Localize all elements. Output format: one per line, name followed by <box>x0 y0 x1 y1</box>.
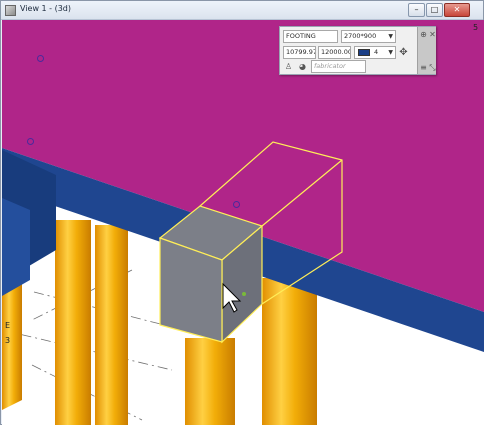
model-view-window: View 1 - (3d) – □ ✕ E 3 5 FOOTING 2700*9… <box>0 0 484 425</box>
beam-box-left-front[interactable] <box>2 198 30 296</box>
resize-icon[interactable]: ⤡ <box>428 63 437 72</box>
chevron-down-icon[interactable]: ▼ <box>388 47 393 58</box>
pin-toolbar-icon[interactable]: ⊕ <box>419 30 428 39</box>
profile-size-value: 2700*900 <box>344 32 377 40</box>
minimize-button[interactable]: – <box>408 3 425 17</box>
reference-marker[interactable] <box>27 138 34 145</box>
length-2-field[interactable]: 12000.00 <box>318 46 351 59</box>
toolbar-side-rail: ⊕ ✕ ≡ ⤡ <box>417 27 436 74</box>
color-select[interactable]: 4 ▼ <box>354 46 396 59</box>
column-3[interactable] <box>185 338 235 425</box>
chevron-down-icon[interactable]: ▼ <box>388 31 393 42</box>
contextual-toolbar: FOOTING 2700*900 ▼ 10799.97 12000.00 4 ▼… <box>279 26 436 75</box>
menu-icon[interactable]: ≡ <box>419 63 428 72</box>
length-1-field[interactable]: 10799.97 <box>283 46 316 59</box>
close-button[interactable]: ✕ <box>444 3 470 17</box>
close-icon[interactable]: ✕ <box>428 30 437 39</box>
color-count: 4 <box>374 48 379 56</box>
reference-marker[interactable] <box>233 201 240 208</box>
pin-icon[interactable]: ♙ <box>284 62 293 71</box>
profile-name-field[interactable]: FOOTING <box>283 30 338 43</box>
column-1[interactable] <box>55 220 91 425</box>
column-4[interactable] <box>262 278 317 425</box>
color-swatch <box>358 49 370 56</box>
view-icon <box>5 5 16 16</box>
grid-label: E <box>5 321 11 330</box>
move-icon[interactable]: ✥ <box>399 48 408 58</box>
title-bar[interactable]: View 1 - (3d) – □ ✕ <box>1 1 483 20</box>
model-scene[interactable] <box>2 20 484 425</box>
fabricator-input[interactable]: fabricator <box>311 60 366 73</box>
reference-marker[interactable] <box>37 55 44 62</box>
column-2[interactable] <box>95 225 128 425</box>
grid-label: 5 <box>473 23 479 32</box>
3d-viewport[interactable]: E 3 5 FOOTING 2700*900 ▼ 10799.97 12000.… <box>2 20 484 425</box>
palette-icon[interactable]: ◕ <box>298 62 307 71</box>
grid-label: 3 <box>5 336 11 345</box>
maximize-button[interactable]: □ <box>426 3 443 17</box>
snap-point[interactable] <box>242 292 246 296</box>
profile-size-field[interactable]: 2700*900 ▼ <box>341 30 396 43</box>
window-title: View 1 - (3d) <box>20 4 71 13</box>
